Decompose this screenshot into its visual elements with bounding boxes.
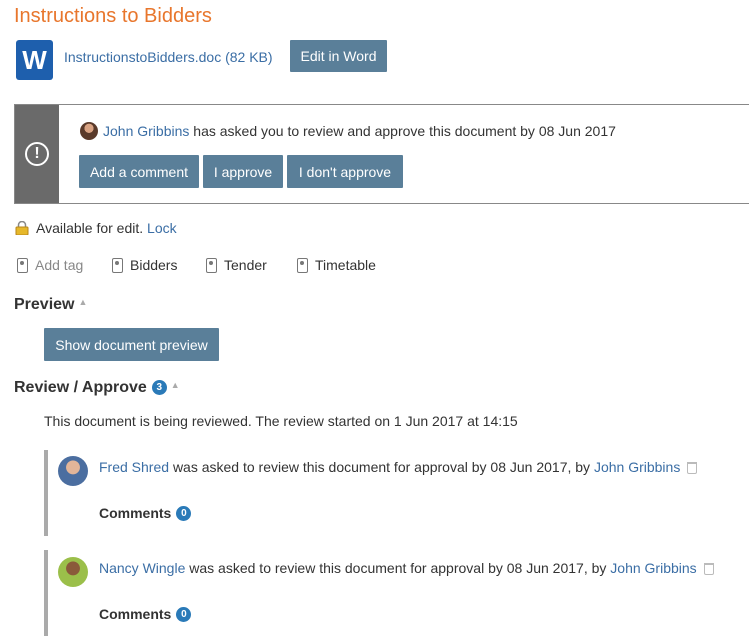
trash-icon[interactable]	[703, 563, 714, 575]
lock-icon	[15, 221, 29, 235]
tag-label: Timetable	[315, 257, 376, 273]
panel-alert-side: !	[15, 105, 59, 203]
reviewer-item: Fred Shred was asked to review this docu…	[44, 450, 749, 536]
show-preview-button[interactable]: Show document preview	[44, 328, 219, 361]
comments-count-badge: 0	[176, 506, 192, 521]
requested-by-link[interactable]: John Gribbins	[594, 459, 680, 475]
add-tag-label: Add tag	[35, 257, 84, 273]
review-status-text: This document is being reviewed. The rev…	[44, 413, 518, 429]
reviewer-name-link[interactable]: Nancy Wingle	[99, 560, 185, 576]
comments-label: Comments	[99, 606, 172, 622]
tag-icon	[206, 257, 217, 273]
reviewer-request-text: was asked to review this document for ap…	[189, 560, 607, 576]
review-request-panel: ! John Gribbins has asked you to review …	[14, 104, 749, 204]
reviewer-request-text: was asked to review this document for ap…	[172, 459, 591, 475]
lock-status: Available for edit. Lock	[36, 220, 177, 236]
avatar	[80, 122, 98, 140]
comments-heading[interactable]: Comments 0	[99, 505, 192, 521]
approve-button[interactable]: I approve	[203, 155, 283, 188]
comments-heading[interactable]: Comments 0	[99, 606, 192, 622]
reviewer-text: Nancy Wingle was asked to review this do…	[99, 560, 714, 576]
review-count-badge: 3	[151, 380, 167, 395]
collapse-caret-icon[interactable]: ▲	[78, 297, 87, 307]
tag-label: Tender	[224, 257, 267, 273]
reviewer-item: Nancy Wingle was asked to review this do…	[44, 550, 749, 636]
comments-label: Comments	[99, 505, 172, 521]
requester-link[interactable]: John Gribbins	[103, 123, 189, 139]
tag-icon	[112, 257, 123, 273]
reject-button[interactable]: I don't approve	[287, 155, 403, 188]
lock-status-text: Available for edit.	[36, 220, 144, 236]
tag-icon	[297, 257, 308, 273]
request-text: has asked you to review and approve this…	[193, 123, 616, 139]
add-tag[interactable]: Add tag	[17, 257, 83, 273]
review-heading-text: Review / Approve	[14, 379, 147, 396]
collapse-caret-icon[interactable]: ▲	[171, 380, 180, 390]
word-icon[interactable]: W	[16, 40, 53, 80]
document-title: Instructions to Bidders	[14, 5, 212, 27]
review-heading[interactable]: Review / Approve 3 ▲	[14, 379, 180, 397]
edit-in-word-button[interactable]: Edit in Word	[290, 40, 387, 72]
tag-label: Bidders	[130, 257, 178, 273]
exclamation-circle-icon: !	[25, 142, 49, 166]
requested-by-link[interactable]: John Gribbins	[610, 560, 696, 576]
review-request-message: John Gribbins has asked you to review an…	[80, 122, 616, 140]
reviewer-text: Fred Shred was asked to review this docu…	[99, 459, 698, 475]
tag-timetable[interactable]: Timetable	[297, 257, 376, 273]
add-comment-button[interactable]: Add a comment	[79, 155, 199, 188]
lock-link[interactable]: Lock	[147, 220, 177, 236]
reviewer-name-link[interactable]: Fred Shred	[99, 459, 169, 475]
file-link[interactable]: InstructionstoBidders.doc (82 KB)	[64, 49, 273, 65]
tag-tender[interactable]: Tender	[206, 257, 267, 273]
preview-heading-text: Preview	[14, 296, 75, 313]
avatar	[58, 456, 88, 486]
trash-icon[interactable]	[687, 462, 698, 474]
tag-bidders[interactable]: Bidders	[112, 257, 177, 273]
avatar	[58, 557, 88, 587]
preview-heading[interactable]: Preview ▲	[14, 296, 87, 314]
comments-count-badge: 0	[176, 607, 192, 622]
tag-icon	[17, 257, 28, 273]
